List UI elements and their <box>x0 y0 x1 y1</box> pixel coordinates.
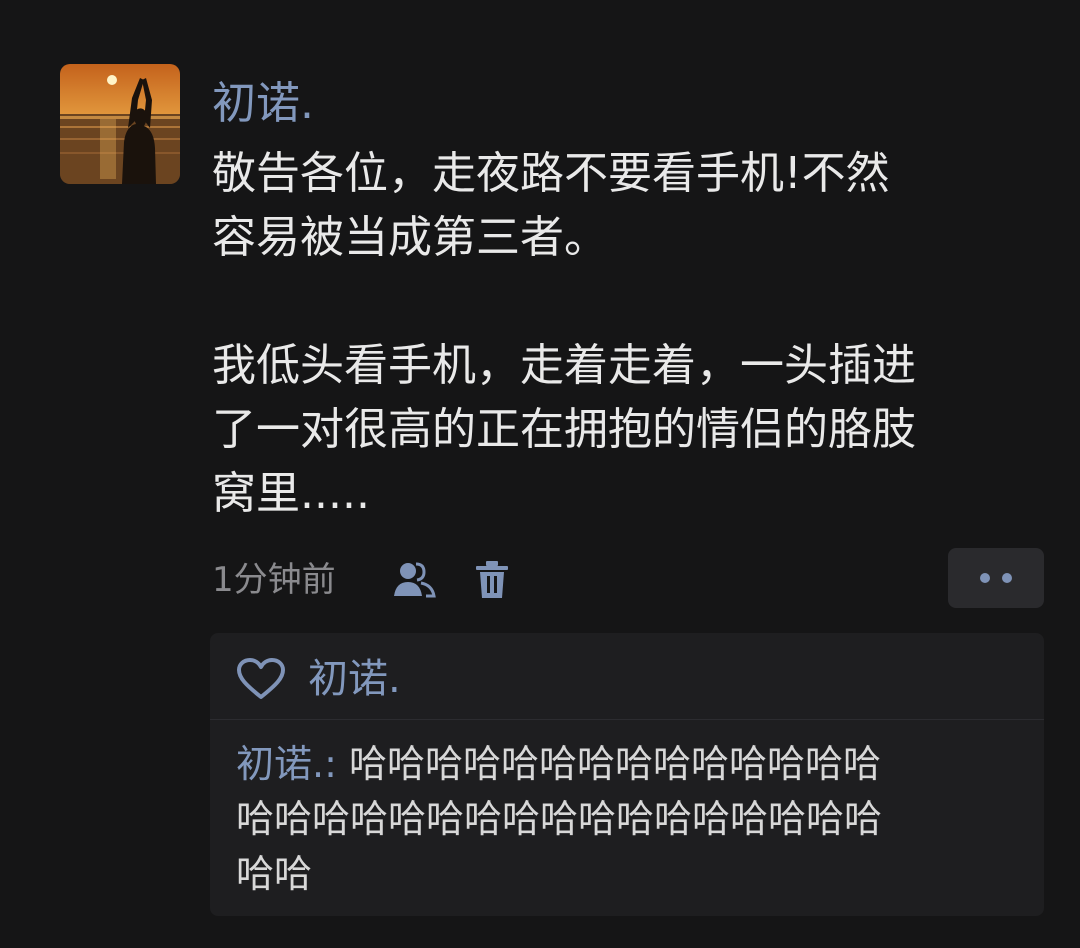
comment[interactable]: 初诺.: 哈哈哈哈哈哈哈哈哈哈哈哈哈哈 哈哈哈哈哈哈哈哈哈哈哈哈哈哈哈哈哈 哈哈 <box>236 737 1026 902</box>
likes-comments-panel: 初诺. 初诺.: 哈哈哈哈哈哈哈哈哈哈哈哈哈哈 哈哈哈哈哈哈哈哈哈哈哈哈哈哈哈哈… <box>210 633 1044 916</box>
more-options-button[interactable] <box>948 548 1044 608</box>
comment-author[interactable]: 初诺. <box>236 742 324 786</box>
timestamp: 1分钟前 <box>212 560 336 600</box>
post-meta-row: 1分钟前 <box>212 548 1044 608</box>
post-text-line: 了一对很高的正在拥抱的情侣的胳肢 <box>212 404 916 455</box>
more-dots-icon <box>1002 573 1012 583</box>
sunset-silhouette-avatar <box>60 64 180 184</box>
more-dots-icon <box>980 573 990 583</box>
post-username[interactable]: 初诺. <box>212 74 314 134</box>
post-text-line: 容易被当成第三者。 <box>212 212 608 263</box>
post-text-line: 敬告各位，走夜路不要看手机!不然 <box>212 148 890 199</box>
comment-line: 哈哈哈哈哈哈哈哈哈哈哈哈哈哈哈哈哈 <box>236 797 883 841</box>
heart-icon[interactable] <box>236 657 286 701</box>
comment-line: 哈哈 <box>236 852 313 896</box>
likes-row: 初诺. <box>210 633 1044 720</box>
like-username[interactable]: 初诺. <box>308 651 401 707</box>
avatar[interactable] <box>60 64 180 184</box>
post-text: 敬告各位，走夜路不要看手机!不然 容易被当成第三者。 我低头看手机，走着走着，一… <box>212 142 1042 526</box>
post-text-line: 窝里..... <box>212 468 370 519</box>
trash-icon[interactable] <box>468 556 516 604</box>
friends-visibility-icon[interactable] <box>390 556 438 604</box>
comment-separator: : <box>324 742 337 786</box>
comment-text: 哈哈哈哈哈哈哈哈哈哈哈哈哈哈 <box>336 742 881 786</box>
comment-line: 初诺.: 哈哈哈哈哈哈哈哈哈哈哈哈哈哈 <box>236 737 1026 792</box>
post-text-line: 我低头看手机，走着走着，一头插进 <box>212 340 916 391</box>
